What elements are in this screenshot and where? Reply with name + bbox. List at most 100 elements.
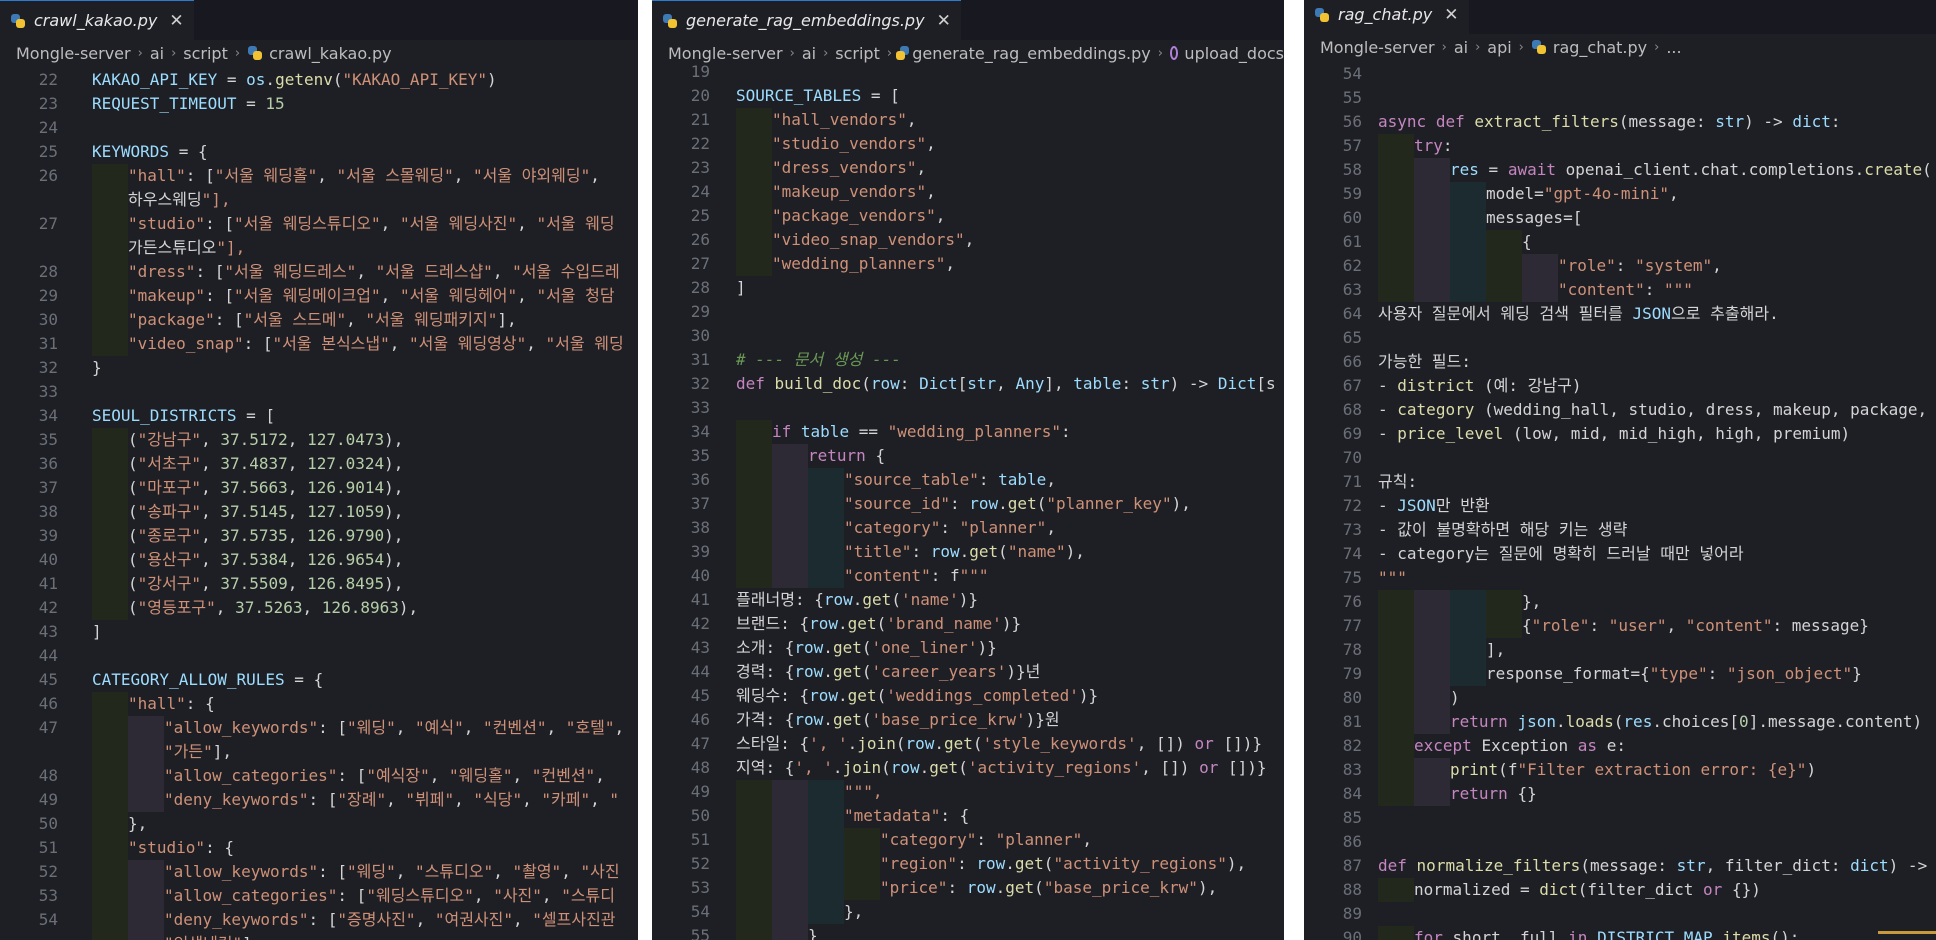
code-text: "allow_keywords": ["웨딩", "예식", "컨벤션", "호… [164,718,625,737]
code-text: return { [808,446,886,465]
code-text: response_format={"type": "json_object"} [1486,664,1862,683]
editor-tab[interactable]: rag_chat.py ✕ [1304,0,1469,34]
line-number: 38 [690,518,710,537]
breadcrumb-item[interactable]: Mongle-server [16,44,131,63]
breadcrumb-item[interactable]: crawl_kakao.py [269,44,392,63]
code-line: 35 ("강남구", 37.5172, 127.0473), [0,428,638,452]
breadcrumb-item[interactable]: api [1487,38,1511,57]
editor-tab[interactable]: generate_rag_embeddings.py ✕ [652,0,961,40]
code-text: { [1522,232,1532,251]
symbol-method-icon [1169,46,1179,60]
line-number: 53 [38,886,58,905]
code-text: "인생네컷"], [164,932,261,940]
breadcrumb-item[interactable]: ai [1454,38,1468,57]
line-number: 32 [38,358,58,377]
line-number: 86 [1342,832,1362,851]
editor-tab[interactable]: crawl_kakao.py ✕ [0,0,194,40]
code-text: ) [1450,688,1460,707]
line-number: 21 [690,110,710,129]
code-text: return {} [1450,784,1537,803]
code-line: 88 normalized = dict(filter_dict or {}) [1304,878,1936,902]
line-number: 31 [690,350,710,369]
code-text: 브랜드: {row.get('brand_name')} [736,614,1022,633]
breadcrumb-item[interactable]: rag_chat.py [1553,38,1647,57]
line-number: 30 [690,326,710,345]
scrollbar-marker[interactable] [1878,931,1936,934]
code-line: 48 "allow_categories": ["예식장", "웨딩홀", "컨벤… [0,764,638,788]
line-number: 81 [1342,712,1362,731]
line-number: 71 [1342,472,1362,491]
code-text: } [92,358,102,377]
line-number: 56 [1342,112,1362,131]
code-line: 23 REQUEST_TIMEOUT = 15 [0,92,638,116]
chevron-right-icon: › [1441,39,1447,55]
code-text: "dress": ["서울 웨딩드레스", "서울 드레스샵", "서울 수입드… [128,262,620,281]
line-number: 48 [38,766,58,785]
line-number: 74 [1342,544,1362,563]
code-line: 41 ("강서구", 37.5509, 126.8495), [0,572,638,596]
chevron-right-icon: › [789,45,795,61]
code-line: 29 "makeup": ["서울 웨딩메이크업", "서울 웨딩헤어", "서울… [0,284,638,308]
tab-label: generate_rag_embeddings.py [686,11,925,30]
code-text: "studio": ["서울 웨딩스튜디오", "서울 웨딩사진", "서울 웨… [128,214,615,233]
line-number: 29 [690,302,710,321]
breadcrumb-item[interactable]: ... [1666,38,1681,57]
code-line: 37 "source_id": row.get("planner_key"), [652,492,1284,516]
line-number: 58 [1342,160,1362,179]
code-text: "hall_vendors", [772,110,917,129]
code-line: 38 ("송파구", 37.5145, 127.1059), [0,500,638,524]
code-line: 73 - 값이 불명확하면 해당 키는 생략 [1304,518,1936,542]
code-text: return json.loads(res.choices[0].message… [1450,712,1923,731]
code-text: "hall": ["서울 웨딩홀", "서울 스몰웨딩", "서울 야외웨딩", [128,166,600,185]
line-number: 26 [38,166,58,185]
line-number: 73 [1342,520,1362,539]
code-text: 가능한 필드: [1378,352,1471,371]
close-icon[interactable]: ✕ [937,11,951,31]
chevron-right-icon: › [1518,39,1524,55]
code-line: 79 response_format={"type": "json_object"… [1304,662,1936,686]
code-line: 39 "title": row.get("name"), [652,540,1284,564]
code-text: } [808,926,818,940]
code-line: 62 "role": "system", [1304,254,1936,278]
code-line: 30 [652,324,1284,348]
chevron-right-icon: › [137,45,143,61]
code-line: 50 "metadata": { [652,804,1284,828]
code-text: - category는 질문에 명확히 드러날 때만 넣어라 [1378,544,1744,563]
code-line: 83 print(f"Filter extraction error: {e}") [1304,758,1936,782]
code-text: ("종로구", 37.5735, 126.9790), [128,526,404,545]
line-number: 66 [1342,352,1362,371]
line-number: 51 [38,838,58,857]
breadcrumb-item[interactable]: Mongle-server [1320,38,1435,57]
line-number: 52 [38,862,58,881]
line-number: 62 [1342,256,1362,275]
line-number: 63 [1342,280,1362,299]
code-text: ("마포구", 37.5663, 126.9014), [128,478,404,497]
code-line: 22 KAKAO_API_KEY = os.getenv("KAKAO_API_K… [0,68,638,92]
line-number: 59 [1342,184,1362,203]
line-number: 35 [690,446,710,465]
breadcrumb-item[interactable]: script [183,44,228,63]
breadcrumb-item[interactable]: ai [150,44,164,63]
line-number: 60 [1342,208,1362,227]
close-icon[interactable]: ✕ [1444,5,1458,25]
code-line: "인생네컷"], [0,932,638,940]
code-text: "makeup": ["서울 웨딩메이크업", "서울 웨딩헤어", "서울 청… [128,286,615,305]
code-line: 72 - JSON만 반환 [1304,494,1936,518]
code-text: 가격: {row.get('base_price_krw')}원 [736,710,1060,729]
code-line: 48 지역: {', '.join(row.get('activity_regio… [652,756,1284,780]
chevron-right-icon: › [886,45,893,61]
code-line: 87 def normalize_filters(message: str, fi… [1304,854,1936,878]
code-text: - price_level (low, mid, mid_high, high,… [1378,424,1851,443]
code-line: 49 "deny_keywords": ["장례", "뷔페", "식당", "카… [0,788,638,812]
line-number: 77 [1342,616,1362,635]
line-number: 61 [1342,232,1362,251]
code-line: 하우스웨딩"], [0,188,638,212]
line-number: 79 [1342,664,1362,683]
line-number: 28 [38,262,58,281]
line-number: 30 [38,310,58,329]
code-line: 54 [1304,62,1936,86]
code-line: 24 [0,116,638,140]
code-line: 26 "video_snap_vendors", [652,228,1284,252]
close-icon[interactable]: ✕ [169,11,183,31]
code-line: 59 model="gpt-4o-mini", [1304,182,1936,206]
